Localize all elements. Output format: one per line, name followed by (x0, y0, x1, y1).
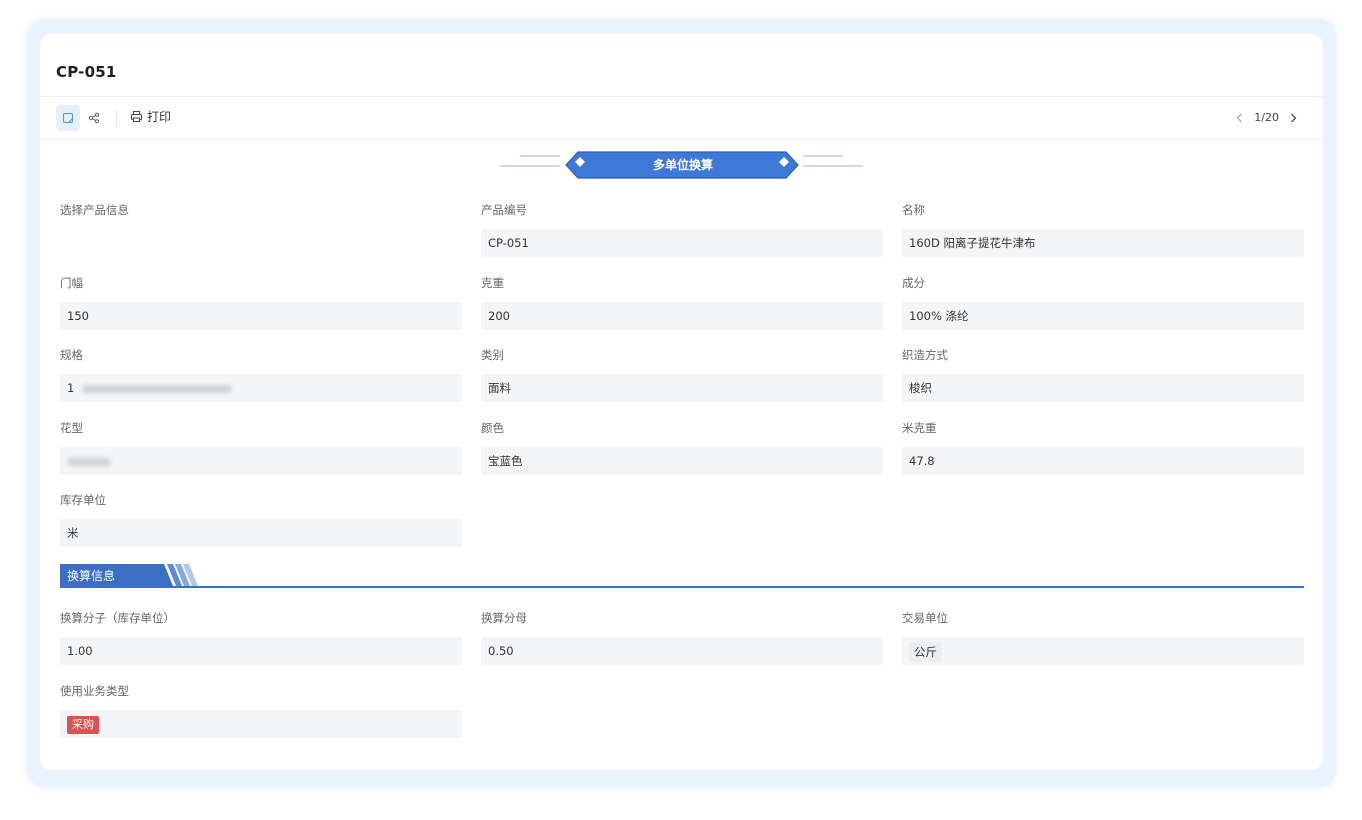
name-value[interactable]: 160D 阳离子提花牛津布 (902, 229, 1304, 257)
section-underline (60, 586, 1304, 588)
page-indicator: 1/20 (1254, 111, 1279, 124)
field-label: 规格 (60, 348, 83, 362)
banner-title: 多单位换算 (652, 158, 713, 172)
pager: 1/20 (1236, 111, 1297, 124)
field-label: 克重 (481, 276, 504, 290)
pattern-value[interactable] (60, 447, 462, 475)
toolbar-divider (40, 139, 1323, 140)
document-view-button[interactable] (56, 105, 80, 131)
field-spec: 规格 1 (60, 347, 462, 402)
header-divider (40, 96, 1323, 97)
width-value[interactable]: 150 (60, 302, 462, 330)
section-header: 换算信息 (60, 562, 1304, 588)
field-color: 颜色 宝蓝色 (481, 420, 883, 475)
field-label: 换算分子（库存单位） (60, 611, 175, 625)
category-value[interactable]: 面料 (481, 374, 883, 402)
field-label: 选择产品信息 (60, 203, 129, 217)
section-banner: 多单位换算 (498, 148, 868, 182)
field-trade-unit: 交易单位 公斤 (902, 610, 1304, 665)
field-label: 库存单位 (60, 493, 106, 507)
business-type-value[interactable]: 采购 (60, 710, 462, 738)
field-label: 颜色 (481, 421, 504, 435)
field-name: 名称 160D 阳离子提花牛津布 (902, 202, 1304, 257)
field-composition: 成分 100% 涤纶 (902, 275, 1304, 330)
composition-value[interactable]: 100% 涤纶 (902, 302, 1304, 330)
field-width: 门幅 150 (60, 275, 462, 330)
field-select-product: 选择产品信息 (60, 202, 462, 218)
field-label: 产品编号 (481, 203, 527, 217)
field-product-code: 产品编号 CP-051 (481, 202, 883, 257)
share-button[interactable] (82, 105, 106, 131)
spec-value[interactable]: 1 (60, 374, 462, 402)
chevron-right-icon (1291, 113, 1297, 122)
document-icon (62, 112, 74, 124)
spec-text: 1 (67, 381, 75, 395)
denominator-value[interactable]: 0.50 (481, 637, 883, 665)
field-label: 名称 (902, 203, 925, 217)
field-label: 成分 (902, 276, 925, 290)
prev-page-button[interactable] (1236, 113, 1244, 123)
product-code-value[interactable]: CP-051 (481, 229, 883, 257)
field-label: 花型 (60, 421, 83, 435)
field-label: 交易单位 (902, 611, 948, 625)
field-category: 类别 面料 (481, 347, 883, 402)
field-gram-weight: 克重 200 (481, 275, 883, 330)
gram-weight-value[interactable]: 200 (481, 302, 883, 330)
print-button[interactable]: 打印 (130, 108, 171, 125)
business-type-tag: 采购 (67, 715, 99, 734)
field-stock-unit: 库存单位 米 (60, 492, 462, 547)
trade-unit-value[interactable]: 公斤 (902, 637, 1304, 665)
section-title: 换算信息 (67, 569, 116, 583)
field-label: 类别 (481, 348, 504, 362)
printer-icon (131, 111, 142, 122)
color-value[interactable]: 宝蓝色 (481, 447, 883, 475)
field-label: 换算分母 (481, 611, 527, 625)
field-label: 门幅 (60, 276, 83, 290)
field-label: 织造方式 (902, 348, 948, 362)
weave-value[interactable]: 梭织 (902, 374, 1304, 402)
numerator-value[interactable]: 1.00 (60, 637, 462, 665)
trade-unit-chip: 公斤 (909, 641, 942, 662)
blurred-text (67, 457, 111, 466)
toolbar-separator (116, 110, 117, 126)
page-frame: CP-051 打印 1/20 多单位换算 选择产品信息 产品编号 CP-051 … (27, 19, 1336, 787)
chevron-left-icon (1237, 113, 1243, 122)
field-label: 米克重 (902, 421, 937, 435)
field-numerator: 换算分子（库存单位） 1.00 (60, 610, 462, 665)
blurred-text (81, 384, 232, 393)
field-pattern: 花型 (60, 420, 462, 475)
detail-card: CP-051 打印 1/20 多单位换算 选择产品信息 产品编号 CP-051 … (40, 34, 1323, 770)
field-meter-weight: 米克重 47.8 (902, 420, 1304, 475)
field-business-type: 使用业务类型 采购 (60, 683, 462, 738)
field-weave: 织造方式 梭织 (902, 347, 1304, 402)
share-icon (88, 112, 99, 124)
page-title: CP-051 (56, 63, 117, 81)
meter-weight-value[interactable]: 47.8 (902, 447, 1304, 475)
field-denominator: 换算分母 0.50 (481, 610, 883, 665)
stock-unit-value[interactable]: 米 (60, 519, 462, 547)
field-label: 使用业务类型 (60, 684, 129, 698)
print-label: 打印 (147, 110, 172, 124)
next-page-button[interactable] (1289, 113, 1297, 123)
